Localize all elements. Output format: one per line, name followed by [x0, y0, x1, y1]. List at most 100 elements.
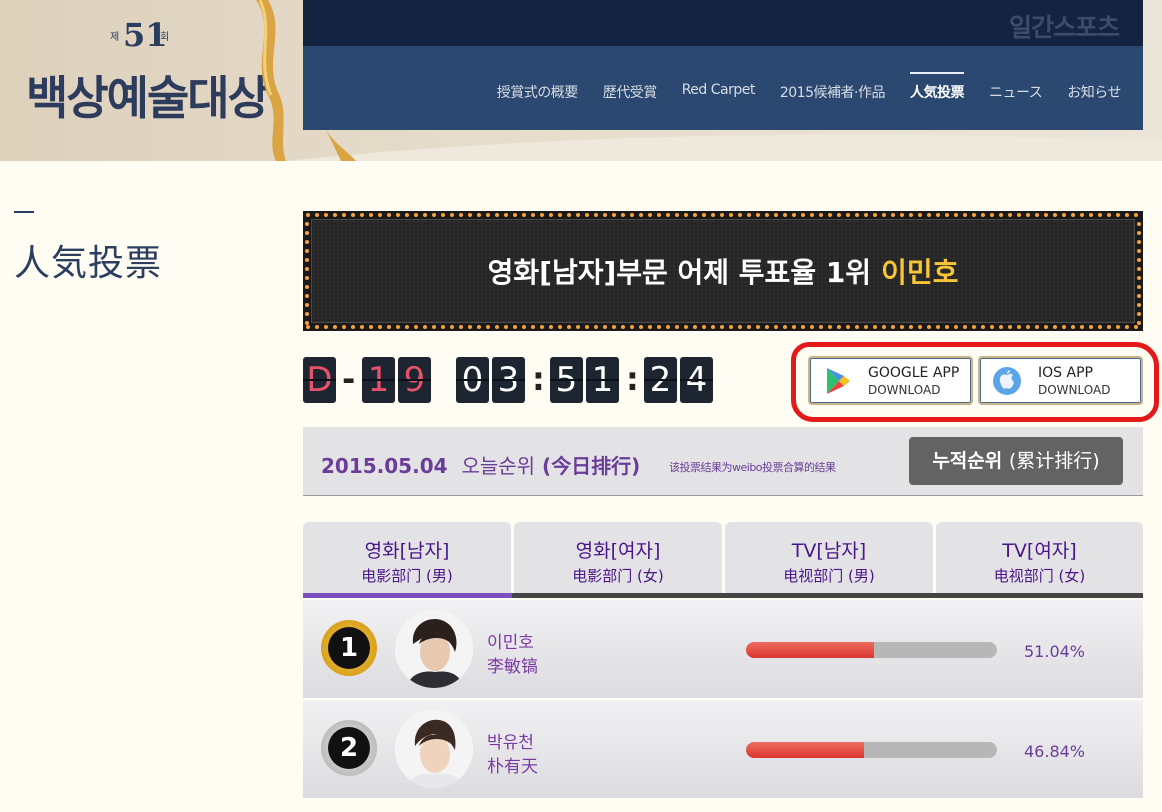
countdown-days-digit: 9	[398, 357, 431, 403]
vote-percent: 51.04%	[1024, 642, 1086, 661]
marquee-bulb	[774, 325, 778, 329]
tab-film-male[interactable]: 영화[남자] 电影部门 (男)	[303, 522, 511, 594]
marquee-bulb	[819, 325, 823, 329]
marquee-bulb	[882, 213, 886, 217]
marquee-bulb	[522, 213, 526, 217]
marquee-bulb	[305, 285, 309, 289]
marquee-bulb	[954, 213, 958, 217]
marquee-bulb	[603, 213, 607, 217]
countdown-dash: -	[342, 360, 356, 398]
marquee-bulb	[306, 213, 310, 217]
marquee-bulb	[1137, 294, 1141, 298]
marquee-bulb	[1116, 213, 1120, 217]
marquee-bulb	[567, 325, 571, 329]
marquee-bulb	[405, 325, 409, 329]
marquee-bulb	[1134, 325, 1138, 329]
marquee-bulb	[468, 213, 472, 217]
marquee-bulb	[495, 325, 499, 329]
nav-item-notices[interactable]: お知らせ	[1067, 82, 1121, 102]
nav-item-popularity-vote[interactable]: 人気投票	[909, 72, 964, 102]
ranking-row: 1 이민호 李敏镐 51.04%	[303, 600, 1143, 698]
marquee-bulb	[441, 213, 445, 217]
marquee-bulb	[1089, 325, 1093, 329]
marquee-bulb	[305, 312, 309, 316]
marquee-bulb	[648, 213, 652, 217]
marquee-bulb	[513, 213, 517, 217]
banner-text: 영화[남자]부문 어제 투표율 1위 이민호	[488, 251, 959, 291]
marquee-bulb	[504, 325, 508, 329]
avatar[interactable]	[395, 710, 473, 788]
marquee-bulb	[765, 213, 769, 217]
marquee-bulb	[531, 325, 535, 329]
marquee-bulb	[333, 213, 337, 217]
candidate-name-cn: 朴有天	[487, 757, 538, 777]
marquee-bulb	[305, 240, 309, 244]
marquee-bulb	[738, 325, 742, 329]
marquee-bulb	[549, 213, 553, 217]
marquee-bulb	[387, 213, 391, 217]
marquee-bulb	[360, 213, 364, 217]
silver-medal-icon: 2	[321, 720, 377, 776]
marquee-bulb	[981, 325, 985, 329]
tab-tv-male[interactable]: TV[남자] 电视部门 (男)	[725, 522, 933, 594]
marquee-bulb	[1137, 276, 1141, 280]
marquee-bulb	[378, 325, 382, 329]
nav-item-overview[interactable]: 授賞式の概要	[497, 82, 579, 102]
marquee-bulb	[432, 213, 436, 217]
marquee-bulb	[477, 325, 481, 329]
logo[interactable]: 제 51 회 백상예술대상	[0, 0, 303, 161]
marquee-bulb	[999, 325, 1003, 329]
tab-tv-female[interactable]: TV[여자] 电视部门 (女)	[936, 522, 1143, 594]
tab-sublabel: 电影部门 (男)	[361, 567, 453, 585]
ranking-label-cn: (今日排行)	[542, 454, 641, 478]
marquee-bulb	[621, 325, 625, 329]
marquee-bulb	[1134, 213, 1138, 217]
marquee-bulb	[1116, 325, 1120, 329]
marquee-bulb	[324, 325, 328, 329]
vote-progress-bar	[746, 642, 997, 658]
marquee-bulb	[756, 325, 760, 329]
ranking-note: 该投票结果为weibo投票合算的结果	[669, 461, 836, 474]
marquee-bulb	[792, 213, 796, 217]
candidate-name-cn: 李敏镐	[487, 657, 538, 677]
brand-logo[interactable]: 일간스포츠	[1009, 8, 1120, 44]
marquee-bulb	[333, 325, 337, 329]
marquee-bulb	[441, 325, 445, 329]
marquee-bulb	[450, 213, 454, 217]
marquee-bulb	[774, 213, 778, 217]
category-tabs: 영화[남자] 电影部门 (男) 영화[여자] 电影部门 (女) TV[남자] 电…	[303, 522, 1143, 598]
marquee-bulb	[305, 294, 309, 298]
marquee-bulb	[468, 325, 472, 329]
marquee-bulb	[837, 325, 841, 329]
marquee-bulb	[846, 213, 850, 217]
marquee-bulb	[1053, 213, 1057, 217]
marquee-bulb	[351, 213, 355, 217]
marquee-bulb	[1125, 213, 1129, 217]
tab-label: TV[남자]	[791, 540, 867, 562]
marquee-bulb	[720, 325, 724, 329]
nav-item-past-winners[interactable]: 歴代受賞	[603, 82, 658, 102]
marquee-bulb	[999, 213, 1003, 217]
marquee-bulb	[648, 325, 652, 329]
tab-active-indicator	[303, 593, 512, 598]
marquee-bulb	[792, 325, 796, 329]
marquee-bulb	[432, 325, 436, 329]
marquee-bulb	[972, 213, 976, 217]
cumulative-ranking-button[interactable]: 누적순위 (累计排行)	[909, 437, 1123, 485]
nav-item-nominees[interactable]: 2015候補者·作品	[780, 82, 886, 102]
marquee-bulb	[585, 213, 589, 217]
marquee-bulb	[810, 213, 814, 217]
nav-item-news[interactable]: ニュース	[989, 82, 1043, 102]
header-swoosh-decoration	[286, 130, 1162, 161]
marquee-bulb	[1071, 213, 1075, 217]
marquee-bulb	[1137, 285, 1141, 289]
nav-item-red-carpet[interactable]: Red Carpet	[682, 82, 756, 102]
marquee-bulb	[558, 325, 562, 329]
gold-ribbon-decoration	[256, 0, 286, 161]
marquee-bulb	[513, 325, 517, 329]
tab-film-female[interactable]: 영화[여자] 电影部门 (女)	[514, 522, 722, 594]
marquee-bulb	[909, 325, 913, 329]
avatar[interactable]	[395, 610, 473, 688]
marquee-bulb	[459, 325, 463, 329]
countdown-hours-digit: 3	[492, 357, 525, 403]
